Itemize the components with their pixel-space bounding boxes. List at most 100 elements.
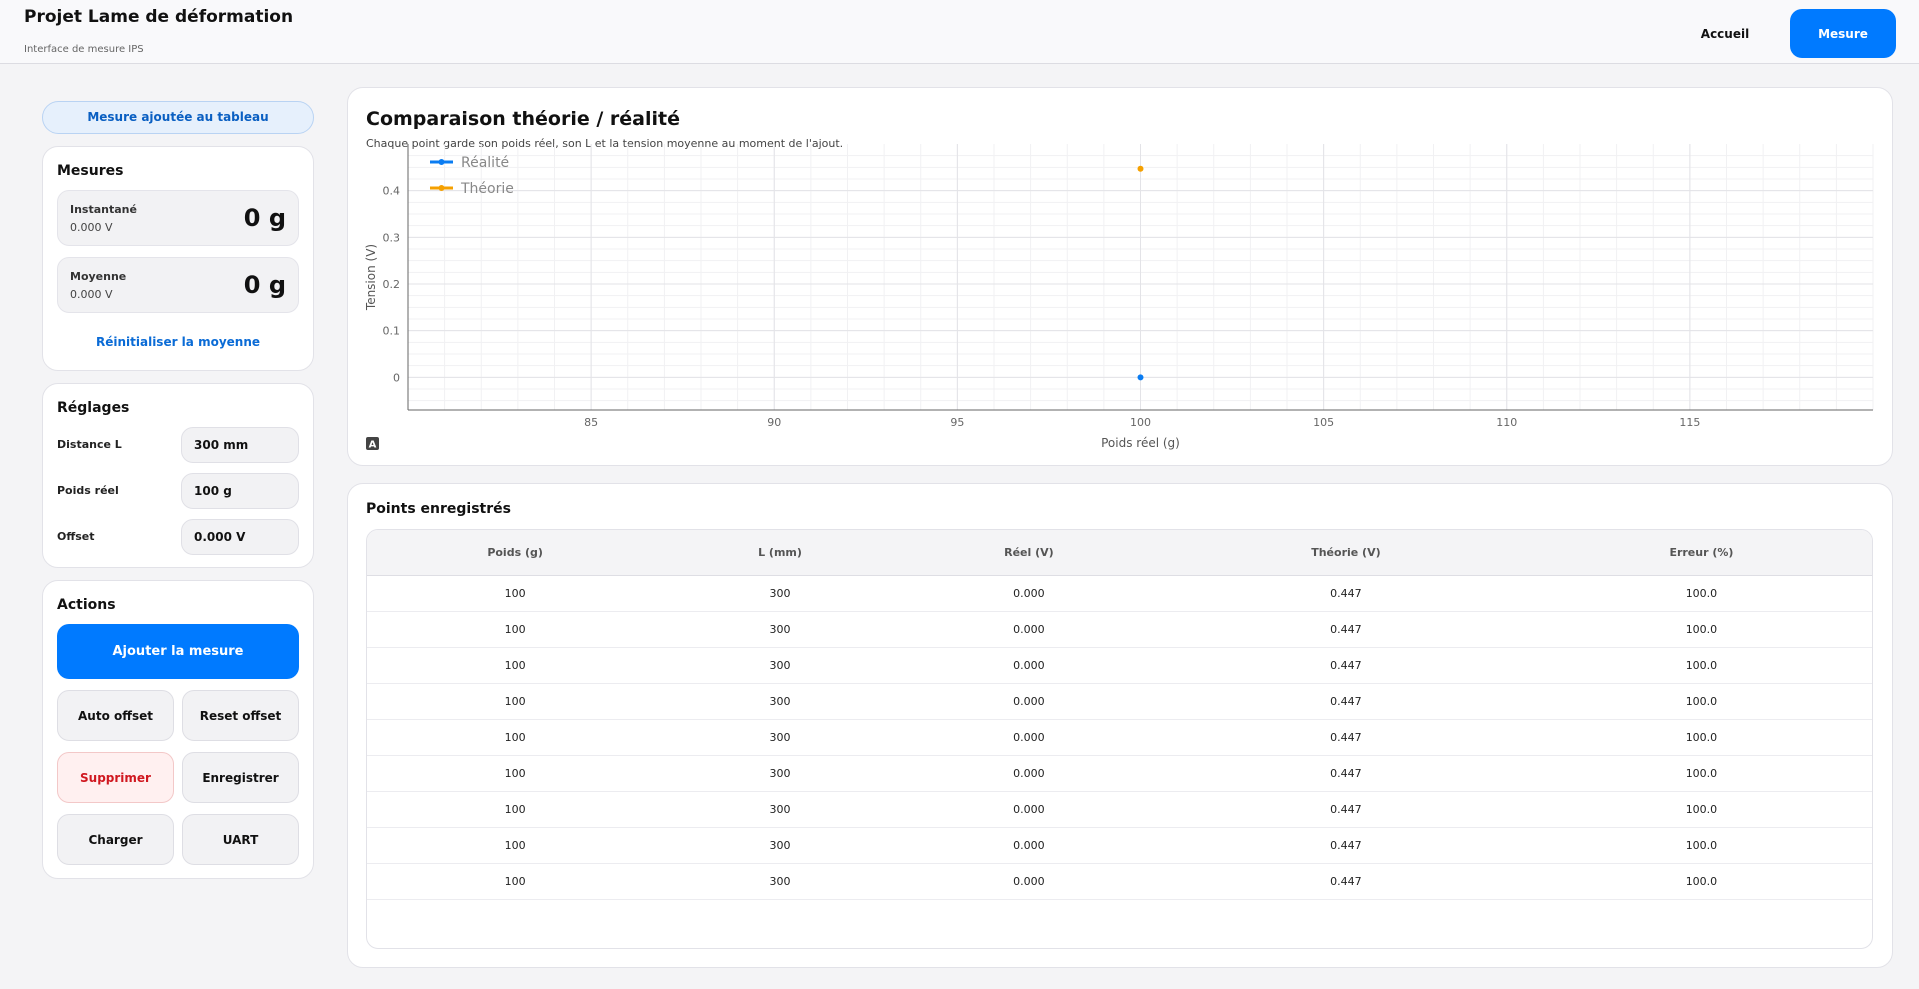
x-tick-label: 105: [1313, 416, 1334, 429]
table-cell: 0.447: [1160, 791, 1531, 828]
poids-label: Poids réel: [57, 484, 119, 497]
points-table-card: Points enregistrés Poids (g) L (mm) Réel (…: [347, 483, 1893, 968]
table-cell: 100.0: [1530, 611, 1872, 648]
table-cell: 300: [663, 719, 897, 756]
table-row[interactable]: 100 300 0.000 0.447 100.0: [367, 827, 1872, 864]
distance-input[interactable]: [181, 427, 299, 463]
legend-item-realite[interactable]: Réalité: [461, 155, 509, 171]
delete-button[interactable]: Supprimer: [57, 752, 174, 803]
add-measure-button[interactable]: Ajouter la mesure: [57, 624, 299, 679]
y-axis-label: Tension (V): [364, 244, 378, 311]
reglages-card: Réglages Distance L Poids réel Offset: [42, 383, 314, 568]
table-cell: 100: [367, 719, 664, 756]
table-cell: 0.000: [896, 863, 1161, 900]
points-table-wrapper[interactable]: Poids (g) L (mm) Réel (V) Théorie (V) Erreur…: [366, 529, 1873, 949]
x-tick-label: 100: [1130, 416, 1151, 429]
distance-label: Distance L: [57, 438, 122, 451]
table-cell: 0.000: [896, 719, 1161, 756]
column-header: L (mm): [663, 530, 897, 576]
table-cell: 100.0: [1530, 827, 1872, 864]
poids-input[interactable]: [181, 473, 299, 509]
instant-measure-box: Instantané 0.000 V 0 g: [57, 190, 299, 246]
table-row[interactable]: 100 300 0.000 0.447 100.0: [367, 647, 1872, 684]
x-tick-label: 90: [767, 416, 781, 429]
y-tick-label: 0.4: [383, 185, 401, 198]
table-cell: 100: [367, 827, 664, 864]
x-tick-label: 85: [584, 416, 598, 429]
table-cell: 0.447: [1160, 863, 1531, 900]
table-cell: 100.0: [1530, 575, 1872, 612]
legend-swatch-marker: [438, 159, 445, 165]
column-header: Théorie (V): [1160, 530, 1531, 576]
table-cell: 0.447: [1160, 683, 1531, 720]
average-weight-value: 0 g: [243, 271, 286, 299]
y-tick-label: 0: [393, 371, 400, 384]
table-cell: 300: [663, 755, 897, 792]
table-title: Points enregistrés: [366, 501, 511, 517]
uart-button[interactable]: UART: [182, 814, 299, 865]
table-cell: 0.000: [896, 827, 1161, 864]
column-header: Erreur (%): [1530, 530, 1872, 576]
data-point-realite[interactable]: [1137, 374, 1144, 381]
actions-card: Actions Ajouter la mesure Auto offset Re…: [42, 580, 314, 879]
table-cell: 0.447: [1160, 755, 1531, 792]
y-tick-label: 0.1: [383, 325, 401, 338]
legend-item-theorie[interactable]: Théorie: [460, 181, 514, 197]
average-label: Moyenne: [70, 270, 127, 283]
table-row[interactable]: 100 300 0.000 0.447 100.0: [367, 791, 1872, 828]
table-cell: 100: [367, 683, 664, 720]
x-axis-label: Poids réel (g): [1101, 436, 1180, 450]
table-cell: 100.0: [1530, 755, 1872, 792]
instant-voltage: 0.000 V: [70, 221, 113, 234]
table-row[interactable]: 100 300 0.000 0.447 100.0: [367, 719, 1872, 756]
table-cell: 0.447: [1160, 611, 1531, 648]
app-subtitle: Interface de mesure IPS: [24, 44, 144, 55]
table-cell: 100.0: [1530, 719, 1872, 756]
auto-offset-button[interactable]: Auto offset: [57, 690, 174, 741]
measure-added-toast: Mesure ajoutée au tableau: [42, 101, 314, 134]
offset-input[interactable]: [181, 519, 299, 555]
table-cell: 0.000: [896, 683, 1161, 720]
mesures-card: Mesures Instantané 0.000 V 0 g Moyenne 0…: [42, 146, 314, 371]
mesures-title: Mesures: [57, 163, 124, 179]
table-cell: 0.000: [896, 647, 1161, 684]
average-voltage: 0.000 V: [70, 288, 113, 301]
actions-title: Actions: [57, 597, 116, 613]
table-row[interactable]: 100 300 0.000 0.447 100.0: [367, 611, 1872, 648]
app-title: Projet Lame de déformation: [24, 7, 294, 27]
column-header: Poids (g): [367, 530, 664, 576]
table-cell: 100: [367, 575, 664, 612]
x-tick-label: 115: [1679, 416, 1700, 429]
offset-label: Offset: [57, 530, 95, 543]
reset-offset-button[interactable]: Reset offset: [182, 690, 299, 741]
table-row[interactable]: 100 300 0.000 0.447 100.0: [367, 755, 1872, 792]
table-header-row: Poids (g) L (mm) Réel (V) Théorie (V) Erreur…: [367, 530, 1872, 576]
table-cell: 100.0: [1530, 863, 1872, 900]
top-bar: Projet Lame de déformation Interface de …: [0, 0, 1919, 64]
instant-label: Instantané: [70, 203, 137, 216]
average-measure-box: Moyenne 0.000 V 0 g: [57, 257, 299, 313]
instant-weight-value: 0 g: [243, 204, 286, 232]
table-cell: 0.447: [1160, 827, 1531, 864]
table-cell: 0.447: [1160, 647, 1531, 684]
data-point-theorie[interactable]: [1137, 165, 1144, 172]
comparison-chart[interactable]: 85 90 95 100 105 110 115 0 0.1 0.2 0.3 0.4 Poids rée…: [348, 88, 1894, 467]
save-button[interactable]: Enregistrer: [182, 752, 299, 803]
table-cell: 100: [367, 791, 664, 828]
table-cell: 0.447: [1160, 575, 1531, 612]
table-cell: 0.447: [1160, 719, 1531, 756]
chart-corner-icon-letter: A: [369, 440, 377, 451]
chart-card: Comparaison théorie / réalité Chaque poi…: [347, 87, 1893, 466]
nav-mesure-button[interactable]: Mesure: [1790, 9, 1896, 58]
table-cell: 100.0: [1530, 683, 1872, 720]
x-tick-label: 110: [1496, 416, 1517, 429]
table-row[interactable]: 100 300 0.000 0.447 100.0: [367, 863, 1872, 900]
table-cell: 300: [663, 647, 897, 684]
reset-average-link[interactable]: Réinitialiser la moyenne: [43, 335, 313, 349]
column-header: Réel (V): [896, 530, 1161, 576]
load-button[interactable]: Charger: [57, 814, 174, 865]
table-cell: 0.000: [896, 791, 1161, 828]
table-row[interactable]: 100 300 0.000 0.447 100.0: [367, 683, 1872, 720]
table-row[interactable]: 100 300 0.000 0.447 100.0: [367, 575, 1872, 612]
nav-accueil-button[interactable]: Accueil: [1670, 14, 1780, 54]
